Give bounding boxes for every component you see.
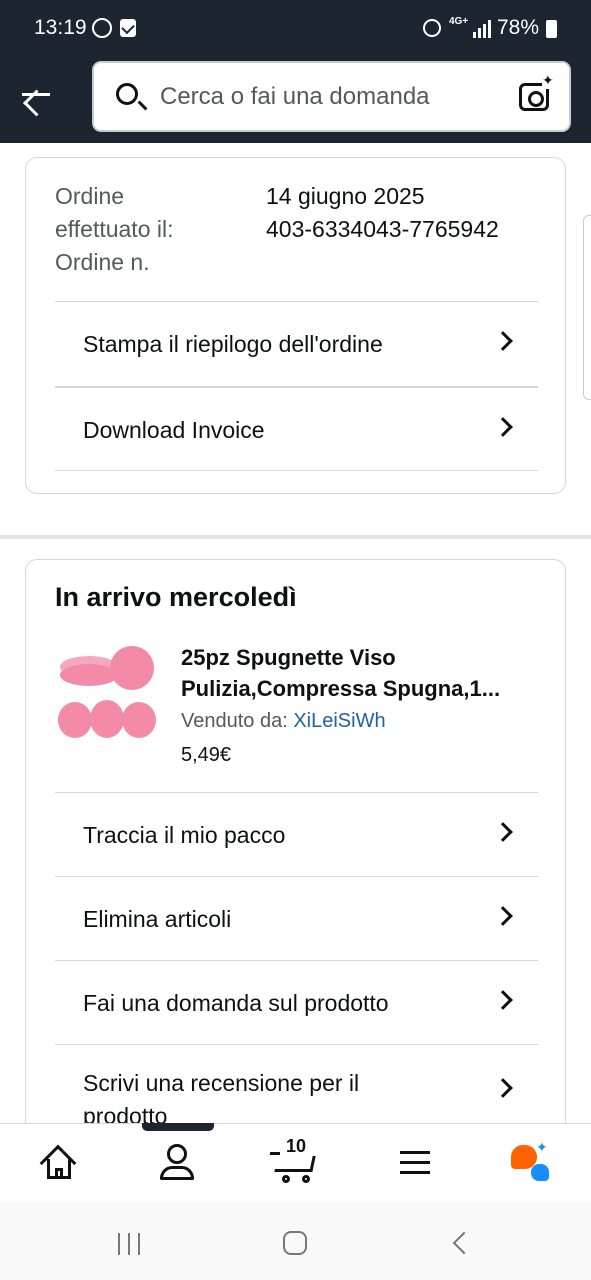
product-title-line1: 25pz Spugnette Viso (181, 645, 396, 670)
remove-items-row[interactable]: Elimina articoli (55, 876, 538, 960)
recents-icon[interactable] (116, 1233, 142, 1255)
checkbox-notification-icon (120, 19, 136, 37)
write-review-row[interactable]: Scrivi una recensione per il prodotto (55, 1044, 538, 1129)
system-nav-bar (0, 1202, 591, 1280)
home-button-icon[interactable] (283, 1231, 307, 1255)
download-invoice-row[interactable]: Download Invoice (55, 386, 538, 470)
menu-icon[interactable] (390, 1140, 440, 1186)
shipment-card: In arrivo mercoledì 25pz Spugnette Viso … (25, 559, 566, 1179)
chevron-right-icon (493, 331, 513, 351)
active-tab-indicator (142, 1123, 214, 1131)
order-labels: Ordine effettuato il: Ordine n. (55, 180, 235, 279)
order-label-line3: Ordine n. (55, 249, 150, 275)
seller-link[interactable]: XiLeiSiWh (293, 710, 385, 732)
signal-icon (473, 20, 491, 38)
network-type: 4G+ (449, 16, 469, 27)
order-number: 403-6334043-7765942 (266, 216, 499, 242)
order-label-line1: Ordine (55, 183, 125, 209)
account-icon[interactable] (153, 1140, 203, 1186)
section-divider (0, 535, 591, 539)
print-summary-label: Stampa il riepilogo dell'ordine (83, 331, 383, 357)
seller-info: Venduto da: XiLeiSiWh (181, 710, 386, 733)
back-arrow-icon[interactable] (16, 76, 56, 112)
chevron-right-icon (493, 417, 513, 437)
arrival-heading: In arrivo mercoledì (55, 582, 297, 612)
seller-label: Venduto da: (181, 710, 294, 732)
chevron-right-icon (493, 906, 513, 926)
download-invoice-label: Download Invoice (83, 417, 265, 443)
order-summary-card: Ordine effettuato il: Ordine n. 14 giugn… (25, 157, 566, 494)
remove-items-label: Elimina articoli (83, 906, 232, 932)
product-price: 5,49€ (181, 744, 232, 766)
alarm-icon (423, 19, 441, 37)
status-time: 13:19 (34, 16, 87, 39)
battery-percent: 78% (497, 16, 540, 39)
status-bar: 13:19 4G+ 78% (0, 0, 591, 58)
ask-question-label: Fai una domanda sul prodotto (83, 990, 389, 1016)
home-icon[interactable] (36, 1140, 86, 1186)
cart-count: 10 (286, 1136, 307, 1156)
search-input[interactable] (160, 79, 490, 115)
battery-icon (546, 20, 557, 38)
chevron-right-icon (493, 1078, 513, 1098)
whatsapp-icon (92, 18, 112, 38)
chevron-right-icon (493, 822, 513, 842)
print-summary-row[interactable]: Stampa il riepilogo dell'ordine (55, 301, 538, 385)
product-title-line2: Pulizia,Compressa Spugna,1... (181, 676, 501, 701)
camera-search-icon[interactable] (519, 72, 554, 111)
track-package-row[interactable]: Traccia il mio pacco (55, 792, 538, 876)
chevron-right-icon (493, 990, 513, 1010)
ask-question-row[interactable]: Fai una domanda sul prodotto (55, 960, 538, 1044)
order-date: 14 giugno 2025 (266, 183, 425, 209)
order-values: 14 giugno 2025 403-6334043-7765942 (266, 180, 499, 246)
search-bar[interactable] (92, 61, 571, 132)
bottom-tab-bar: 10 ✦ (0, 1123, 591, 1202)
divider (55, 470, 538, 471)
rufus-assistant-icon[interactable]: ✦ (506, 1139, 556, 1186)
order-label-line2: effettuato il: (55, 216, 174, 242)
search-icon[interactable] (116, 83, 138, 105)
track-package-label: Traccia il mio pacco (83, 822, 286, 848)
product-title[interactable]: 25pz Spugnette Viso Pulizia,Compressa Sp… (181, 642, 537, 704)
app-header: 13:19 4G+ 78% (0, 0, 591, 143)
product-image[interactable] (54, 642, 158, 742)
scrollbar[interactable] (583, 215, 591, 400)
back-nav-icon[interactable] (452, 1231, 476, 1255)
cart-icon[interactable]: 10 (268, 1136, 324, 1186)
